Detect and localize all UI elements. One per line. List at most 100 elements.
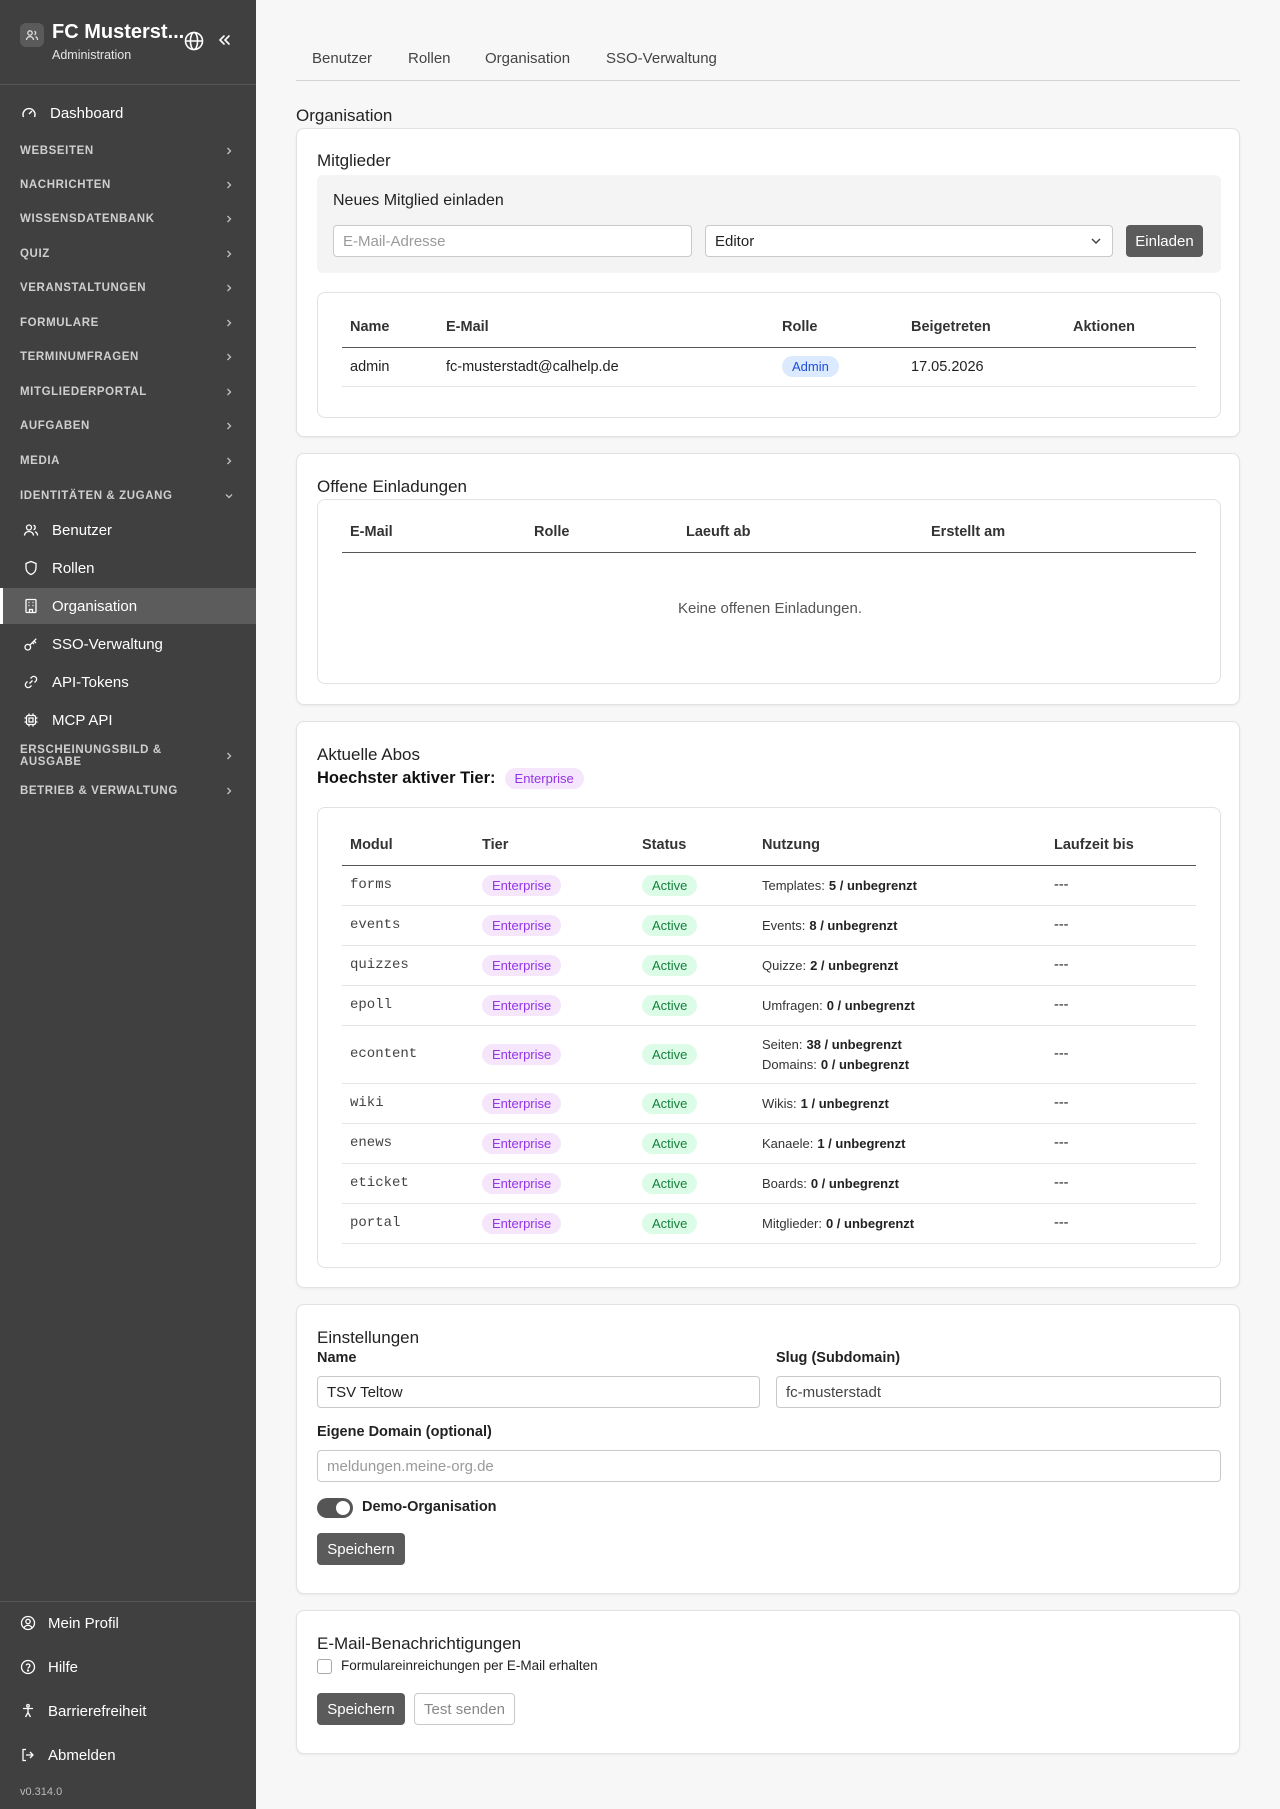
chevron-right-icon — [224, 421, 234, 431]
member-email: fc-musterstadt@calhelp.de — [438, 347, 774, 387]
col-email: E-Mail — [438, 307, 774, 348]
usage-label: Domains: — [762, 1056, 817, 1072]
chevron-down-icon — [1089, 234, 1103, 248]
sidebar-header: FC Musterst... Administration — [0, 0, 256, 85]
sidebar-abmelden[interactable]: Abmelden — [0, 1740, 256, 1770]
email-notify-checkbox[interactable] — [317, 1659, 332, 1674]
until-cell: --- — [1046, 1083, 1196, 1124]
sidebar-section-formulare[interactable]: Formulare — [0, 308, 256, 338]
section-label: Quiz — [20, 248, 50, 260]
notifications-save-button[interactable]: Speichern — [317, 1693, 405, 1725]
sidebar-section-betrieb[interactable]: Betrieb & Verwaltung — [0, 776, 256, 806]
usage-label: Kanaele: — [762, 1135, 814, 1151]
col-role: Rolle — [526, 512, 678, 553]
sidebar-barrierefreiheit[interactable]: Barrierefreiheit — [0, 1696, 256, 1726]
sidebar-item-organisation[interactable]: Organisation — [0, 588, 256, 624]
sidebar-section-erscheinungsbild[interactable]: Erscheinungsbild & Ausgabe — [0, 741, 256, 771]
tab-sso-verwaltung[interactable]: SSO-Verwaltung — [606, 50, 717, 67]
col-email: E-Mail — [342, 512, 526, 553]
sidebar-mein-profil[interactable]: Mein Profil — [0, 1608, 256, 1638]
sidebar-section-mitgliederportal[interactable]: Mitgliederportal — [0, 377, 256, 407]
subscriptions-title: Aktuelle Abos — [317, 745, 421, 764]
name-input[interactable]: TSV Teltow — [317, 1376, 760, 1408]
main-content: Benutzer Rollen Organisation SSO-Verwalt… — [256, 0, 1280, 1809]
usage-line: Umfragen: 0 / unbegrenzt — [762, 998, 1046, 1013]
col-expires: Laeuft ab — [678, 512, 923, 553]
slug-label: Slug (Subdomain) — [776, 1350, 901, 1366]
status-badge: Active — [642, 1092, 698, 1114]
empty-invitations: Keine offenen Einladungen. — [677, 600, 863, 617]
settings-save-button[interactable]: Speichern — [317, 1533, 405, 1565]
col-tier: Tier — [474, 825, 634, 866]
invitations-card: Offene Einladungen E-Mail Rolle Laeuft a… — [296, 453, 1240, 705]
chevron-right-icon — [224, 751, 234, 761]
slug-input[interactable]: fc-musterstadt — [776, 1376, 1221, 1408]
sidebar-item-benutzer[interactable]: Benutzer — [0, 512, 256, 548]
settings-card: Einstellungen Name TSV Teltow Slug (Subd… — [296, 1304, 1240, 1594]
sidebar-hilfe[interactable]: Hilfe — [0, 1652, 256, 1682]
until-cell: --- — [1046, 1025, 1196, 1084]
role-badge: Admin — [782, 356, 839, 377]
demo-toggle[interactable] — [317, 1498, 353, 1518]
highest-tier-label: Hoechster aktiver Tier: — [317, 769, 496, 787]
tab-organisation[interactable]: Organisation — [485, 50, 570, 67]
collapse-sidebar-icon[interactable] — [216, 32, 232, 48]
sidebar-item-api-tokens[interactable]: API-Tokens — [0, 664, 256, 700]
usage-label: Seiten: — [762, 1036, 803, 1052]
sidebar-section-identitaeten[interactable]: Identitäten & Zugang — [0, 481, 256, 511]
sidebar-item-dashboard[interactable]: Dashboard — [0, 100, 256, 126]
sidebar-item-sso[interactable]: SSO-Verwaltung — [0, 626, 256, 662]
status-badge: Active — [642, 954, 698, 976]
section-label: Wissensdatenbank — [20, 213, 155, 225]
invite-button[interactable]: Einladen — [1126, 225, 1203, 257]
sidebar-section-veranstaltungen[interactable]: Veranstaltungen — [0, 273, 256, 303]
until-cell: --- — [1046, 1203, 1196, 1244]
usage-cell: Boards: 0 / unbegrenzt — [754, 1163, 1046, 1204]
sidebar-item-label: Mein Profil — [48, 1614, 119, 1632]
members-table-wrap: Name E-Mail Rolle Beigetreten Aktionen a… — [317, 292, 1221, 418]
dashboard-icon — [21, 105, 37, 121]
sidebar-item-label: Rollen — [52, 559, 95, 577]
sidebar-section-aufgaben[interactable]: Aufgaben — [0, 411, 256, 441]
sidebar-item-rollen[interactable]: Rollen — [0, 550, 256, 586]
sidebar-section-nachrichten[interactable]: Nachrichten — [0, 170, 256, 200]
tab-benutzer[interactable]: Benutzer — [312, 50, 372, 67]
sidebar-item-label: Abmelden — [48, 1746, 116, 1764]
members-table: Name E-Mail Rolle Beigetreten Aktionen a… — [342, 307, 1196, 387]
role-select-value: Editor — [715, 232, 755, 250]
usage-value: 0 / unbegrenzt — [810, 1175, 899, 1191]
sidebar-section-wissensdatenbank[interactable]: Wissensdatenbank — [0, 204, 256, 234]
sidebar-section-terminumfragen[interactable]: Terminumfragen — [0, 342, 256, 372]
invite-role-select[interactable]: Editor — [705, 225, 1113, 257]
notifications-card: E-Mail-Benachrichtigungen Formulareinrei… — [296, 1610, 1240, 1754]
chevron-right-icon — [224, 352, 234, 362]
usage-line: Mitglieder: 0 / unbegrenzt — [762, 1216, 1046, 1231]
user-circle-icon — [20, 1615, 36, 1631]
usage-cell: Templates: 5 / unbegrenzt — [754, 865, 1046, 906]
toggle-knob — [336, 1501, 350, 1515]
status-badge: Active — [642, 914, 698, 936]
sidebar-section-webseiten[interactable]: Webseiten — [0, 136, 256, 166]
org-name: FC Musterst... — [52, 21, 185, 43]
table-row: forms Enterprise Active Templates: 5 / unbeg… — [342, 865, 1196, 906]
sidebar-section-quiz[interactable]: Quiz — [0, 239, 256, 269]
logout-icon — [20, 1747, 36, 1763]
tier-badge: Enterprise — [482, 994, 562, 1016]
usage-label: Templates: — [762, 877, 825, 893]
invite-email-input[interactable]: E-Mail-Adresse — [333, 225, 692, 257]
sidebar-item-mcp-api[interactable]: MCP API — [0, 702, 256, 738]
domain-input[interactable]: meldungen.meine-org.de — [317, 1450, 1221, 1482]
tab-rollen[interactable]: Rollen — [408, 50, 451, 67]
chevron-right-icon — [224, 387, 234, 397]
chevron-right-icon — [224, 456, 234, 466]
globe-icon[interactable] — [184, 31, 204, 51]
status-badge: Active — [642, 1132, 698, 1154]
sidebar-item-label: Benutzer — [52, 521, 113, 539]
sidebar-section-media[interactable]: Media — [0, 446, 256, 476]
module-name: forms — [342, 865, 474, 906]
module-name: quizzes — [342, 945, 474, 986]
sidebar-item-label: Hilfe — [48, 1658, 79, 1676]
tier-badge: Enterprise — [482, 1092, 562, 1114]
usage-line: Domains: 0 / unbegrenzt — [762, 1057, 1046, 1072]
test-send-button[interactable]: Test senden — [414, 1693, 515, 1725]
